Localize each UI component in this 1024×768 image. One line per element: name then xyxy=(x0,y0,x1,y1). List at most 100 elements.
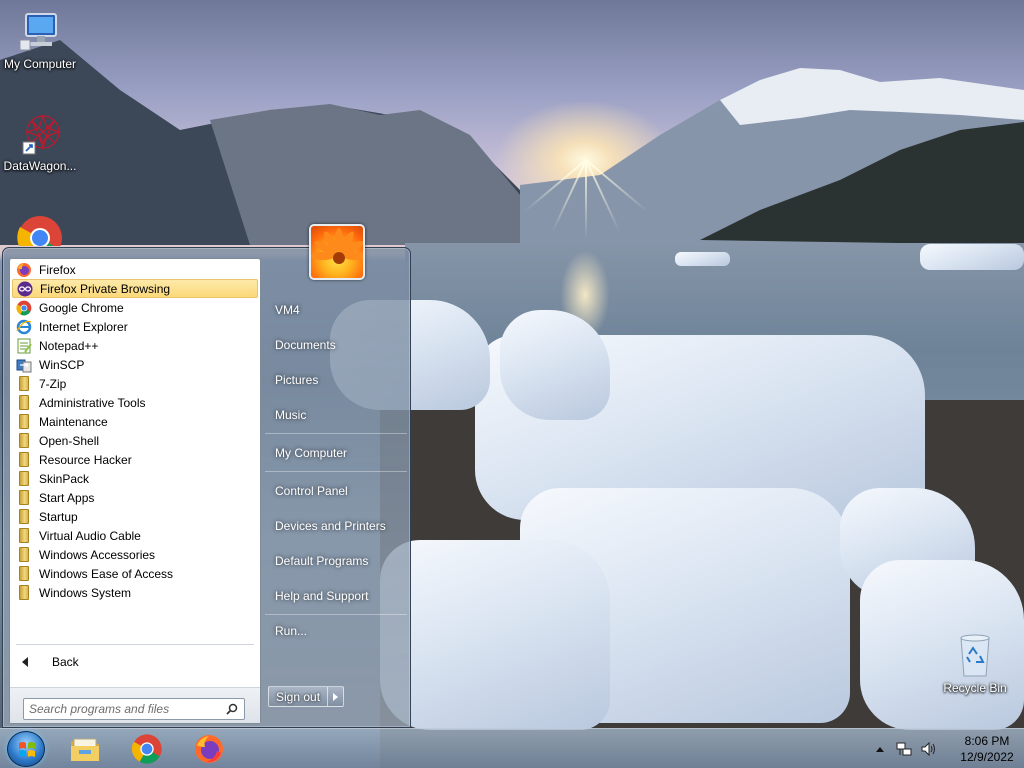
desktop-icon-my-computer[interactable]: My Computer xyxy=(0,10,80,71)
search-box[interactable] xyxy=(23,698,245,720)
desktop-icon-label: My Computer xyxy=(3,57,77,71)
program-label: Open-Shell xyxy=(39,433,100,448)
program-item-winscp[interactable]: WinSCP xyxy=(12,355,258,374)
folder-icon xyxy=(16,566,32,582)
taskbar-chrome[interactable] xyxy=(130,732,164,766)
notepad-icon xyxy=(16,338,32,354)
folder-icon xyxy=(16,585,32,601)
start-menu: Firefox Firefox Private Browsing Google Ch… xyxy=(2,224,411,728)
desktop-icon-label: DataWagon... xyxy=(3,159,77,173)
right-item-music[interactable]: Music xyxy=(275,408,306,422)
search-area xyxy=(10,687,260,723)
chrome-icon xyxy=(131,734,162,764)
ie-icon xyxy=(16,319,32,335)
clock-time: 8:06 PM xyxy=(964,734,1010,748)
folder-icon xyxy=(16,547,32,563)
search-input[interactable] xyxy=(29,702,219,716)
program-item-startup[interactable]: Startup xyxy=(12,507,258,526)
taskbar-firefox[interactable] xyxy=(192,732,226,766)
user-avatar[interactable] xyxy=(309,224,365,280)
flower-icon xyxy=(311,228,363,264)
firefox-icon xyxy=(16,262,32,278)
back-label: Back xyxy=(52,655,79,669)
system-tray xyxy=(876,729,936,768)
programs-list: Firefox Firefox Private Browsing Google Ch… xyxy=(12,260,258,602)
network-icon[interactable] xyxy=(896,741,912,757)
taskbar-file-explorer[interactable] xyxy=(68,732,102,766)
divider xyxy=(265,471,407,472)
right-item-default-programs[interactable]: Default Programs xyxy=(275,554,368,568)
program-label: Internet Explorer xyxy=(39,319,128,334)
program-label: SkinPack xyxy=(39,471,90,486)
sign-out-group: Sign out xyxy=(268,686,345,707)
folder-icon xyxy=(16,433,32,449)
program-item-resource-hacker[interactable]: Resource Hacker xyxy=(12,450,258,469)
start-button[interactable] xyxy=(7,731,45,767)
program-item-virtual-audio-cable[interactable]: Virtual Audio Cable xyxy=(12,526,258,545)
program-item-google-chrome[interactable]: Google Chrome xyxy=(12,298,258,317)
taskbar: 8:06 PM 12/9/2022 xyxy=(0,728,1024,768)
program-label: Notepad++ xyxy=(39,338,99,353)
program-item-start-apps[interactable]: Start Apps xyxy=(12,488,258,507)
program-item-windows-accessories[interactable]: Windows Accessories xyxy=(12,545,258,564)
divider xyxy=(265,614,407,615)
program-item-maintenance[interactable]: Maintenance xyxy=(12,412,258,431)
program-item-administrative-tools[interactable]: Administrative Tools xyxy=(12,393,258,412)
computer-icon xyxy=(19,13,57,51)
right-item-help-support[interactable]: Help and Support xyxy=(275,589,368,603)
firefox-icon xyxy=(195,735,223,763)
program-label: Firefox Private Browsing xyxy=(40,281,171,296)
back-button[interactable]: Back xyxy=(16,651,79,673)
firefox-private-icon xyxy=(17,281,33,297)
program-item-firefox-private-browsing[interactable]: Firefox Private Browsing xyxy=(12,279,258,298)
clock[interactable]: 8:06 PM 12/9/2022 xyxy=(956,733,1018,765)
mountains-illustration xyxy=(0,40,1024,245)
program-item-windows-ease-of-access[interactable]: Windows Ease of Access xyxy=(12,564,258,583)
right-item-user[interactable]: VM4 xyxy=(275,303,300,317)
right-item-documents[interactable]: Documents xyxy=(275,338,336,352)
recycle-bin-icon xyxy=(960,634,990,677)
right-item-pictures[interactable]: Pictures xyxy=(275,373,318,387)
right-item-run[interactable]: Run... xyxy=(275,624,307,638)
sign-out-button[interactable]: Sign out xyxy=(268,686,329,707)
windows-logo-icon xyxy=(19,742,35,757)
program-item-firefox[interactable]: Firefox xyxy=(12,260,258,279)
clock-date: 12/9/2022 xyxy=(960,750,1014,764)
program-label: Virtual Audio Cable xyxy=(39,528,141,543)
folder-icon xyxy=(16,490,32,506)
program-label: WinSCP xyxy=(39,357,85,372)
folder-icon xyxy=(16,376,32,392)
file-explorer-icon xyxy=(71,738,99,761)
volume-icon[interactable] xyxy=(920,741,936,757)
desktop-icon-datawagon[interactable]: DataWagon... xyxy=(0,112,80,173)
program-label: Resource Hacker xyxy=(39,452,132,467)
program-item-open-shell[interactable]: Open-Shell xyxy=(12,431,258,450)
right-item-my-computer[interactable]: My Computer xyxy=(275,446,347,460)
program-label: Administrative Tools xyxy=(39,395,146,410)
programs-pane: Firefox Firefox Private Browsing Google Ch… xyxy=(9,258,261,724)
program-item-notepad[interactable]: Notepad++ xyxy=(12,336,258,355)
folder-icon xyxy=(16,395,32,411)
search-icon[interactable] xyxy=(226,703,238,715)
program-label: Firefox xyxy=(39,262,76,277)
program-label: Google Chrome xyxy=(39,300,124,315)
desktop-icon-recycle-bin[interactable]: Recycle Bin xyxy=(935,632,1015,695)
desktop-icon-label: Recycle Bin xyxy=(943,681,1007,695)
folder-icon xyxy=(16,414,32,430)
desktop-icon-chrome[interactable] xyxy=(0,214,80,246)
shutdown-options-button[interactable] xyxy=(328,686,345,707)
program-item-7-zip[interactable]: 7-Zip xyxy=(12,374,258,393)
program-label: 7-Zip xyxy=(39,376,67,391)
right-item-devices-printers[interactable]: Devices and Printers xyxy=(275,519,386,533)
program-label: Windows Accessories xyxy=(39,547,156,562)
program-item-internet-explorer[interactable]: Internet Explorer xyxy=(12,317,258,336)
right-item-control-panel[interactable]: Control Panel xyxy=(275,484,348,498)
chevron-right-icon xyxy=(333,692,339,701)
datawagon-icon xyxy=(22,114,61,155)
program-label: Start Apps xyxy=(39,490,95,505)
program-item-skinpack[interactable]: SkinPack xyxy=(12,469,258,488)
program-label: Windows System xyxy=(39,585,132,600)
program-item-windows-system[interactable]: Windows System xyxy=(12,583,258,602)
divider xyxy=(265,433,407,434)
show-hidden-icons-icon[interactable] xyxy=(876,746,884,752)
